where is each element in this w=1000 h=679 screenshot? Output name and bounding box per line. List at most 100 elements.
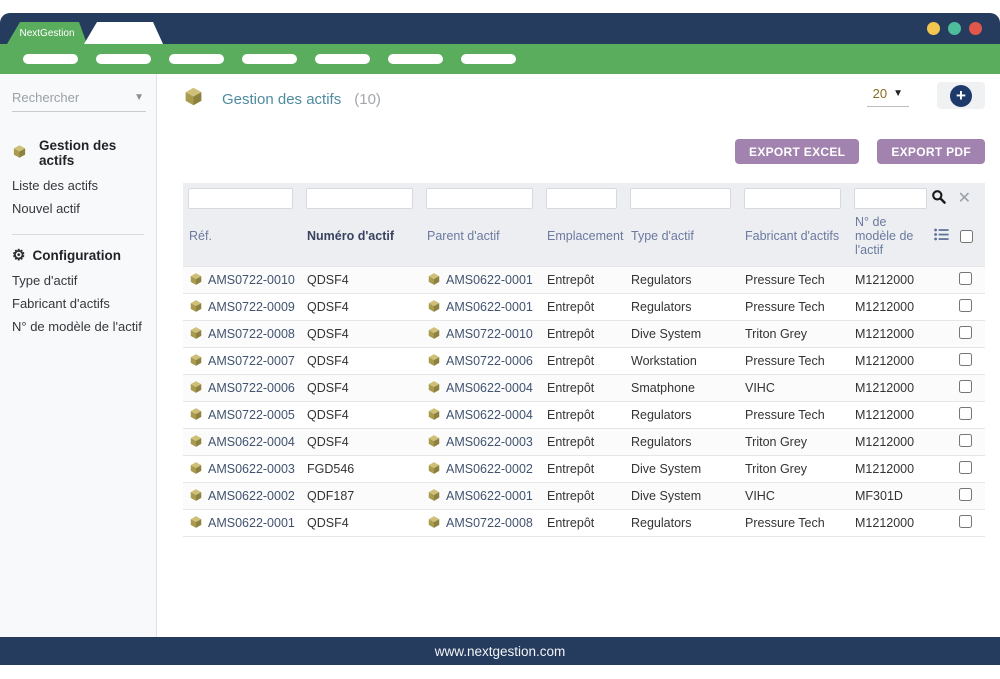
ref-cell: AMS0622-0003 <box>183 456 301 483</box>
parent-link[interactable]: AMS0722-0008 <box>446 516 533 530</box>
parent-link[interactable]: AMS0622-0004 <box>446 381 533 395</box>
parent-link[interactable]: AMS0622-0002 <box>446 462 533 476</box>
sidebar-item-fabricant-dactifs[interactable]: Fabricant d'actifs <box>12 292 146 315</box>
fabricant-cell: Triton Grey <box>739 456 849 483</box>
page-size-select[interactable]: 20 ▼ <box>867 84 909 107</box>
sidebar-item-nouvel-actif[interactable]: Nouvel actif <box>12 197 146 220</box>
row-checkbox-cell <box>935 402 985 429</box>
row-checkbox[interactable] <box>959 272 972 285</box>
type-cell: Dive System <box>625 321 739 348</box>
sidebar-section-configuration-header[interactable]: ⚙ Configuration <box>12 248 146 263</box>
sidebar-item-type-dactif[interactable]: Type d'actif <box>12 269 146 292</box>
close-dot-icon[interactable] <box>969 22 982 35</box>
maximize-dot-icon[interactable] <box>948 22 961 35</box>
sidebar-item-liste-des-actifs[interactable]: Liste des actifs <box>12 174 146 197</box>
row-checkbox[interactable] <box>959 353 972 366</box>
filter-type-input[interactable] <box>630 188 731 209</box>
ref-link[interactable]: AMS0722-0007 <box>208 354 295 368</box>
blank-tab[interactable] <box>84 22 163 44</box>
modele-cell: M1212000 <box>849 402 935 429</box>
col-header-ref[interactable]: Réf. <box>183 213 301 267</box>
emplacement-cell: Entrepôt <box>541 429 625 456</box>
row-checkbox[interactable] <box>959 461 972 474</box>
nav-pill-4[interactable] <box>242 54 297 64</box>
filter-numero-input[interactable] <box>306 188 413 209</box>
ref-link[interactable]: AMS0722-0005 <box>208 408 295 422</box>
ref-link[interactable]: AMS0722-0009 <box>208 300 295 314</box>
table-row: AMS0722-0010QDSF4AMS0622-0001EntrepôtReg… <box>183 267 985 294</box>
parent-link[interactable]: AMS0622-0001 <box>446 489 533 503</box>
sidebar: Rechercher ▼ Gestion des actifs Liste de… <box>0 74 157 637</box>
col-header-modele[interactable]: N° de modèle de l'actif <box>849 213 935 267</box>
sidebar-item-modele-dactif[interactable]: N° de modèle de l'actif <box>12 315 146 338</box>
ref-link[interactable]: AMS0622-0003 <box>208 462 295 476</box>
filter-emplacement-input[interactable] <box>546 188 617 209</box>
nav-pill-3[interactable] <box>169 54 224 64</box>
parent-cell: AMS0622-0002 <box>421 456 541 483</box>
table-row: AMS0722-0008QDSF4AMS0722-0010EntrepôtDiv… <box>183 321 985 348</box>
clear-filters-icon[interactable]: ✕ <box>958 191 971 207</box>
col-header-type[interactable]: Type d'actif <box>625 213 739 267</box>
col-header-numero[interactable]: Numéro d'actif <box>301 213 421 267</box>
col-header-emplacement[interactable]: Emplacement <box>541 213 625 267</box>
nav-pill-1[interactable] <box>23 54 78 64</box>
ref-cell: AMS0722-0007 <box>183 348 301 375</box>
search-dropdown[interactable]: Rechercher ▼ <box>12 88 146 112</box>
app-window: NextGestion Rechercher ▼ <box>0 0 1000 665</box>
row-checkbox[interactable] <box>959 407 972 420</box>
add-asset-button[interactable]: + <box>937 82 985 109</box>
col-header-parent[interactable]: Parent d'actif <box>421 213 541 267</box>
ref-link[interactable]: AMS0622-0001 <box>208 516 295 530</box>
row-checkbox[interactable] <box>959 434 972 447</box>
emplacement-cell: Entrepôt <box>541 294 625 321</box>
search-icon[interactable] <box>931 189 947 208</box>
ref-cell: AMS0722-0009 <box>183 294 301 321</box>
nav-pill-2[interactable] <box>96 54 151 64</box>
ref-link[interactable]: AMS0622-0004 <box>208 435 295 449</box>
nav-pill-5[interactable] <box>315 54 370 64</box>
filter-modele-input[interactable] <box>854 188 927 209</box>
row-checkbox[interactable] <box>959 380 972 393</box>
col-header-fabricant[interactable]: Fabricant d'actifs <box>739 213 849 267</box>
main-navbar <box>0 44 1000 74</box>
export-pdf-button[interactable]: EXPORT PDF <box>877 139 985 164</box>
sidebar-section-assets-header[interactable]: Gestion des actifs <box>12 138 146 168</box>
parent-link[interactable]: AMS0622-0001 <box>446 273 533 287</box>
numero-cell: QDSF4 <box>301 294 421 321</box>
parent-link[interactable]: AMS0622-0001 <box>446 300 533 314</box>
table-row: AMS0622-0002QDF187AMS0622-0001EntrepôtDi… <box>183 483 985 510</box>
ref-link[interactable]: AMS0722-0006 <box>208 381 295 395</box>
row-checkbox[interactable] <box>959 326 972 339</box>
page-header: Gestion des actifs (10) <box>183 86 985 112</box>
row-checkbox[interactable] <box>959 515 972 528</box>
parent-link[interactable]: AMS0722-0010 <box>446 327 533 341</box>
list-view-icon[interactable] <box>934 228 949 244</box>
nav-pill-7[interactable] <box>461 54 516 64</box>
filter-ref-input[interactable] <box>188 188 293 209</box>
filter-fabricant-input[interactable] <box>744 188 841 209</box>
package-icon <box>189 461 203 478</box>
package-icon <box>189 434 203 451</box>
filter-parent-input[interactable] <box>426 188 533 209</box>
footer-url: www.nextgestion.com <box>435 644 566 659</box>
select-all-checkbox[interactable] <box>960 230 973 243</box>
parent-link[interactable]: AMS0622-0004 <box>446 408 533 422</box>
export-actions: EXPORT EXCEL EXPORT PDF <box>183 139 985 164</box>
ref-link[interactable]: AMS0722-0010 <box>208 273 295 287</box>
row-checkbox[interactable] <box>959 488 972 501</box>
ref-link[interactable]: AMS0722-0008 <box>208 327 295 341</box>
list-controls: 20 ▼ + <box>867 82 985 109</box>
parent-link[interactable]: AMS0722-0006 <box>446 354 533 368</box>
emplacement-cell: Entrepôt <box>541 483 625 510</box>
emplacement-cell: Entrepôt <box>541 402 625 429</box>
row-checkbox[interactable] <box>959 299 972 312</box>
brand-tab[interactable]: NextGestion <box>7 22 87 44</box>
minimize-dot-icon[interactable] <box>927 22 940 35</box>
parent-link[interactable]: AMS0622-0003 <box>446 435 533 449</box>
nav-pill-6[interactable] <box>388 54 443 64</box>
numero-cell: QDSF4 <box>301 375 421 402</box>
package-icon <box>189 515 203 532</box>
export-excel-button[interactable]: EXPORT EXCEL <box>735 139 859 164</box>
ref-link[interactable]: AMS0622-0002 <box>208 489 295 503</box>
modele-cell: M1212000 <box>849 348 935 375</box>
